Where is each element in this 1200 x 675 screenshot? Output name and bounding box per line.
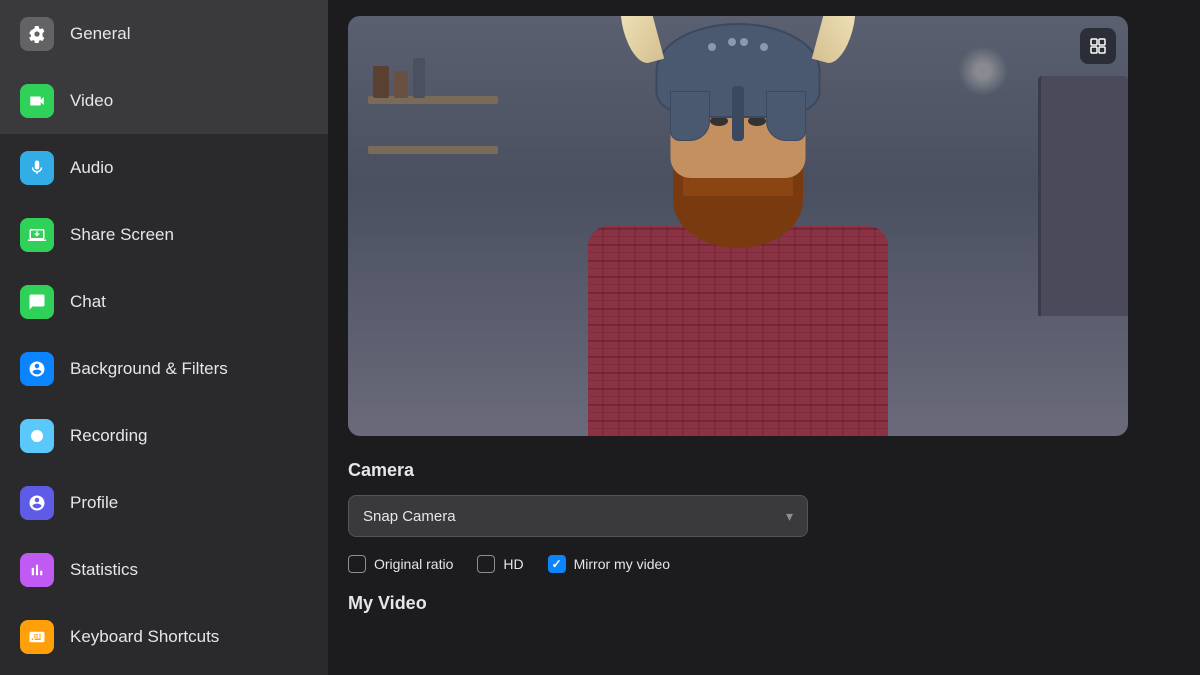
general-label: General — [70, 24, 130, 44]
profile-label: Profile — [70, 493, 118, 513]
recording-label: Recording — [70, 426, 148, 446]
chat-icon — [20, 285, 54, 319]
camera-dropdown[interactable]: Snap Camera ▾ — [348, 495, 808, 537]
statistics-icon — [20, 553, 54, 587]
sidebar-item-keyboard-shortcuts[interactable]: Keyboard Shortcuts — [0, 603, 328, 670]
sidebar-item-background-filters[interactable]: Background & Filters — [0, 335, 328, 402]
camera-section-label: Camera — [348, 460, 1180, 481]
sidebar-item-video[interactable]: Video — [0, 67, 328, 134]
mirror-video-checkbox-label: Mirror my video — [574, 556, 670, 572]
original-ratio-checkbox[interactable] — [348, 555, 366, 573]
video-preview-bg — [348, 16, 1128, 436]
checkbox-item-original-ratio[interactable]: Original ratio — [348, 555, 453, 573]
profile-icon — [20, 486, 54, 520]
checkbox-item-hd[interactable]: HD — [477, 555, 523, 573]
sidebar-item-recording[interactable]: Recording — [0, 402, 328, 469]
keyboard-shortcuts-label: Keyboard Shortcuts — [70, 627, 219, 647]
background-filters-icon — [20, 352, 54, 386]
my-video-label: My Video — [348, 593, 1180, 614]
sidebar: General Video Audio Share Screen Chat Backgro… — [0, 0, 328, 675]
dropdown-arrow-icon: ▾ — [786, 508, 793, 525]
share-screen-icon — [20, 218, 54, 252]
sidebar-item-general[interactable]: General — [0, 0, 328, 67]
share-screen-label: Share Screen — [70, 225, 174, 245]
sidebar-item-audio[interactable]: Audio — [0, 134, 328, 201]
hd-checkbox[interactable] — [477, 555, 495, 573]
recording-icon — [20, 419, 54, 453]
video-preview — [348, 16, 1128, 436]
mirror-video-checkbox[interactable] — [548, 555, 566, 573]
video-label: Video — [70, 91, 113, 111]
settings-section: Camera Snap Camera ▾ Original ratio HD Mir… — [348, 460, 1180, 655]
sidebar-item-statistics[interactable]: Statistics — [0, 536, 328, 603]
keyboard-shortcuts-icon — [20, 620, 54, 654]
general-icon — [20, 17, 54, 51]
audio-label: Audio — [70, 158, 113, 178]
sidebar-item-profile[interactable]: Profile — [0, 469, 328, 536]
hd-checkbox-label: HD — [503, 556, 523, 572]
original-ratio-checkbox-label: Original ratio — [374, 556, 453, 572]
video-options-row: Original ratio HD Mirror my video — [348, 555, 1180, 573]
checkbox-item-mirror-video[interactable]: Mirror my video — [548, 555, 670, 573]
camera-selected-text: Snap Camera — [363, 508, 456, 525]
main-content: Camera Snap Camera ▾ Original ratio HD Mir… — [328, 0, 1200, 675]
chat-label: Chat — [70, 292, 106, 312]
video-icon — [20, 84, 54, 118]
audio-icon — [20, 151, 54, 185]
sidebar-item-chat[interactable]: Chat — [0, 268, 328, 335]
background-filters-label: Background & Filters — [70, 359, 228, 379]
sidebar-item-share-screen[interactable]: Share Screen — [0, 201, 328, 268]
expand-button[interactable] — [1080, 28, 1116, 64]
statistics-label: Statistics — [70, 560, 138, 580]
